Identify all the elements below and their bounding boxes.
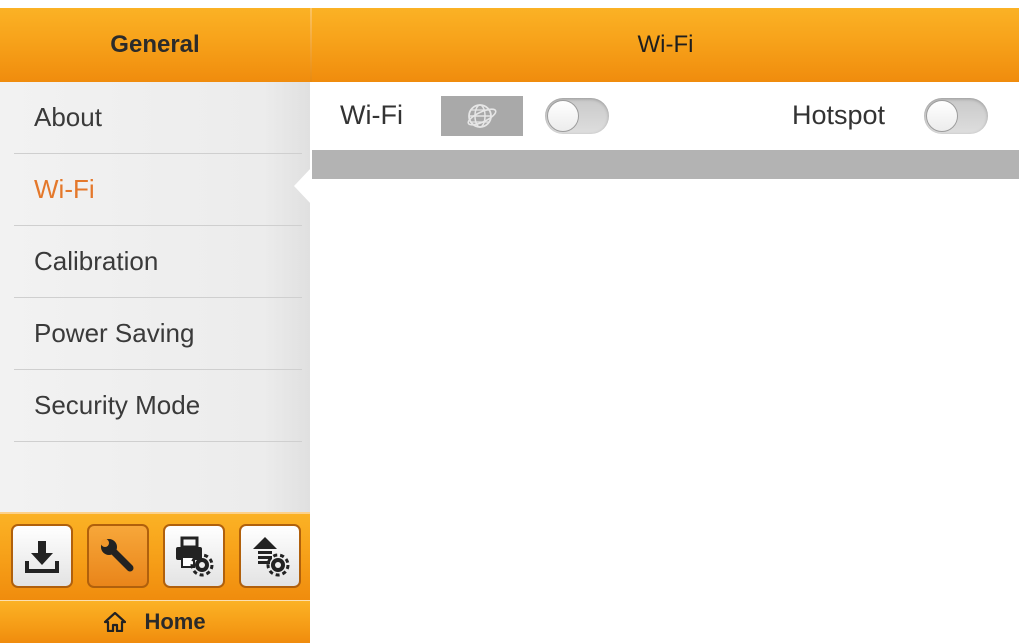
wifi-label: Wi-Fi <box>340 100 403 130</box>
download-icon <box>25 541 59 573</box>
sidebar-header: General <box>0 8 310 82</box>
sidebar-item-wifi[interactable]: Wi-Fi <box>14 154 302 226</box>
bottom-toolbar <box>0 512 310 600</box>
page-header: Wi-Fi <box>312 8 1019 82</box>
wifi-control-row: Wi-Fi Hotspot <box>312 82 1019 150</box>
sidebar-item-label: About <box>34 102 102 132</box>
sidebar-item-label: Wi-Fi <box>34 174 95 204</box>
sidebar-item-label: Calibration <box>34 246 159 276</box>
toggle-knob <box>926 100 958 132</box>
home-icon <box>104 612 127 632</box>
upload-settings-icon <box>253 537 290 577</box>
wifi-toggle[interactable] <box>545 98 609 134</box>
sidebar-item-power-saving[interactable]: Power Saving <box>14 298 302 370</box>
settings-button[interactable] <box>87 524 149 588</box>
home-label: Home <box>144 609 206 634</box>
wifi-network-button[interactable] <box>441 96 523 136</box>
globe-icon <box>467 104 497 128</box>
sidebar-item-about[interactable]: About <box>14 82 302 154</box>
hotspot-label: Hotspot <box>792 100 886 130</box>
sidebar-item-label: Power Saving <box>34 318 195 348</box>
hotspot-toggle[interactable] <box>924 98 988 134</box>
upload-settings-button[interactable] <box>239 524 301 588</box>
network-list <box>312 179 1019 643</box>
printer-settings-button[interactable] <box>163 524 225 588</box>
page-title: Wi-Fi <box>637 31 694 58</box>
wrench-icon <box>101 539 134 572</box>
printer-settings-icon <box>176 536 214 577</box>
download-button[interactable] <box>11 524 73 588</box>
sidebar-header-title: General <box>110 31 200 58</box>
sidebar-item-security-mode[interactable]: Security Mode <box>14 370 302 442</box>
active-item-pointer <box>294 168 311 204</box>
sidebar: About Wi-Fi Calibration Power Saving Sec… <box>0 82 310 512</box>
sidebar-item-label: Security Mode <box>34 390 201 420</box>
home-button[interactable]: Home <box>0 600 310 643</box>
toggle-knob <box>547 100 579 132</box>
network-list-header <box>312 150 1019 179</box>
sidebar-item-calibration[interactable]: Calibration <box>14 226 302 298</box>
